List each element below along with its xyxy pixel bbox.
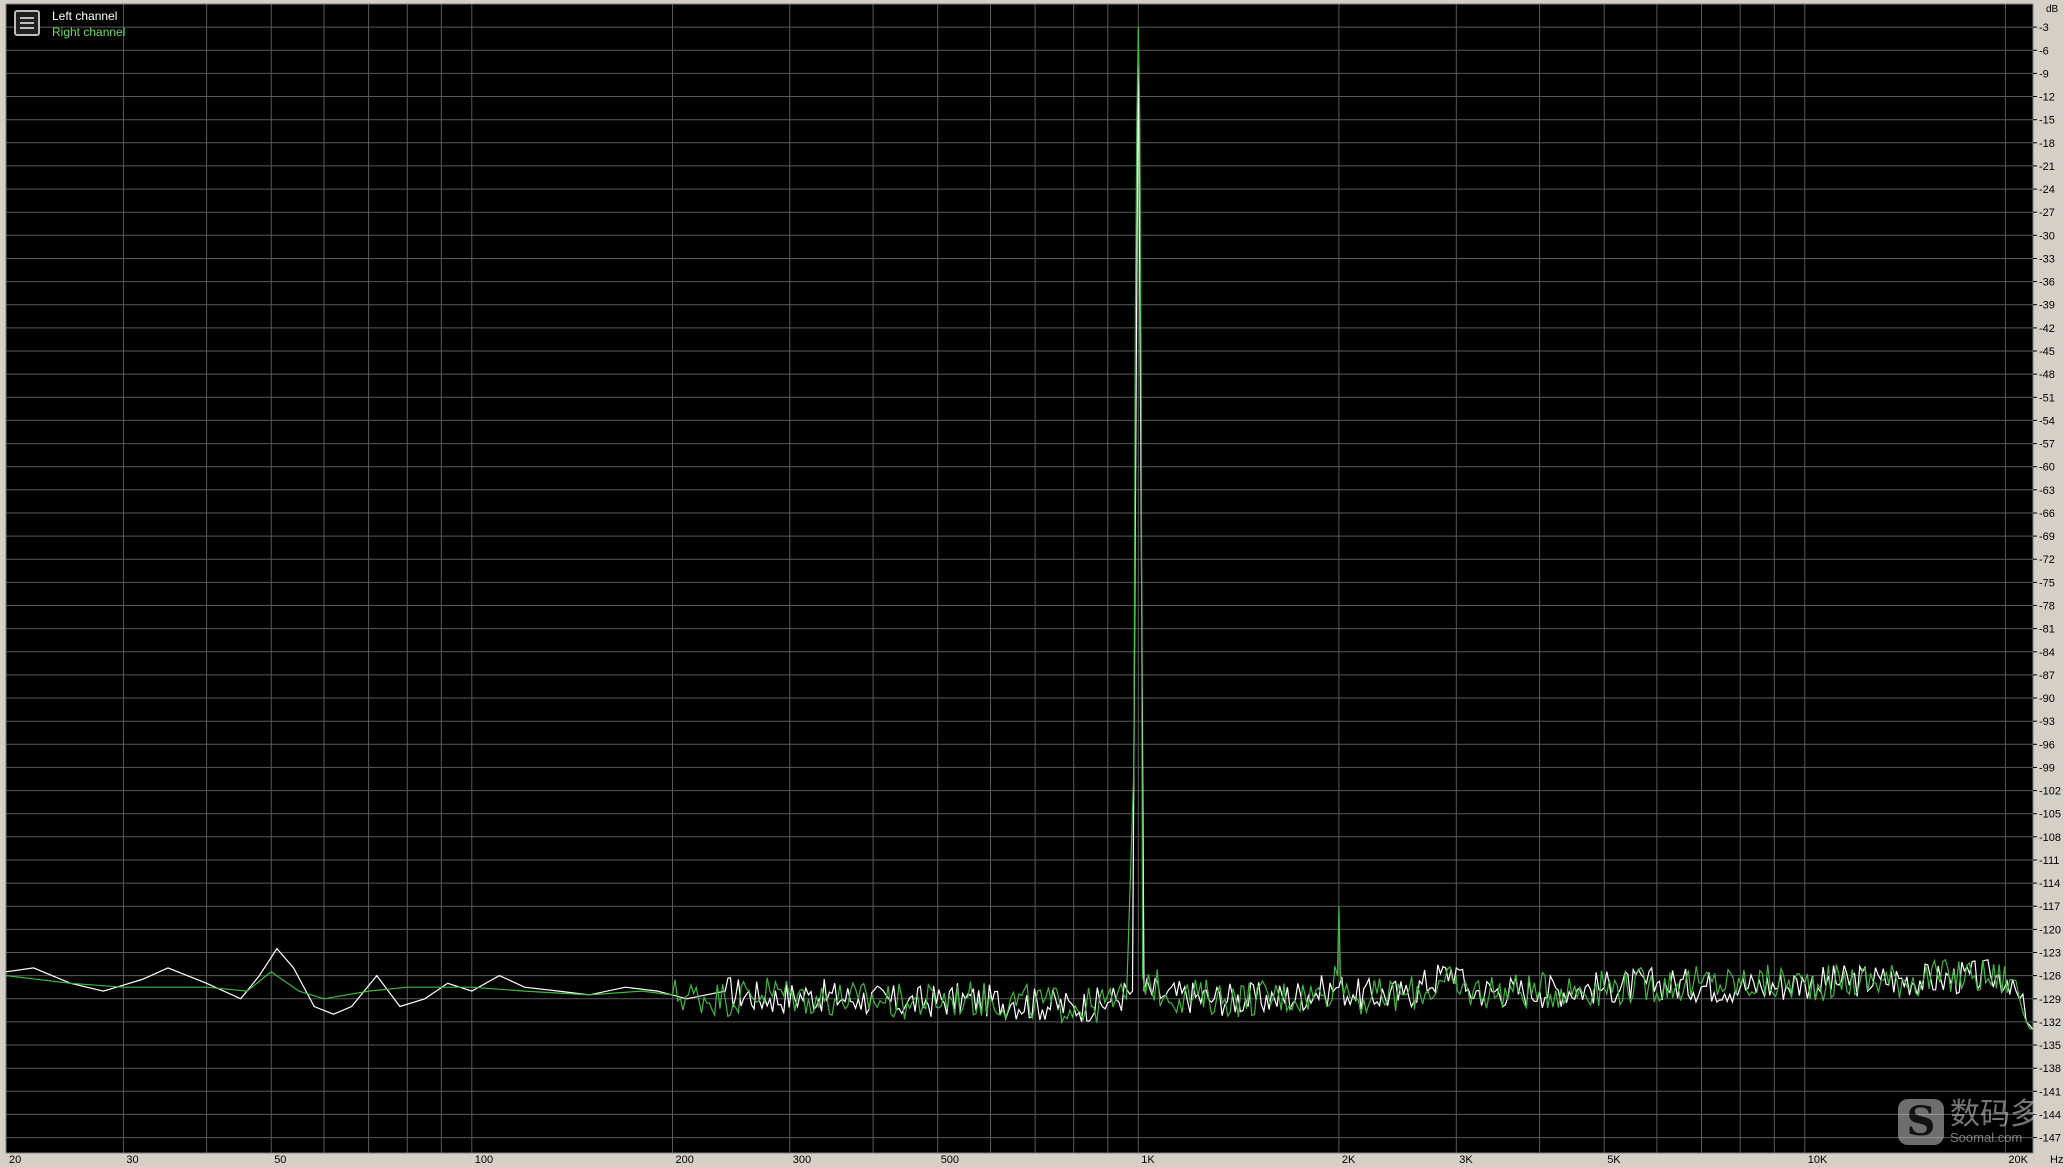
y-tick-label: -57 (2039, 439, 2055, 451)
legend: Left channel Right channel (14, 8, 125, 40)
y-tick-label: -132 (2039, 1017, 2061, 1029)
y-tick-label: -117 (2039, 901, 2060, 913)
y-tick-label: -141 (2039, 1086, 2061, 1098)
y-tick-label: -129 (2039, 994, 2061, 1006)
y-tick-label: -120 (2039, 924, 2061, 936)
x-tick-label: 100 (475, 1154, 493, 1166)
y-tick-label: -144 (2039, 1109, 2061, 1121)
y-tick-label: -21 (2039, 161, 2055, 173)
analyzer-window: 20 30 50 100 200 300 500 1K 2K 3K 5K 10K 20K Hz dB -3 -6… (0, 0, 2064, 1167)
y-tick-label: -81 (2039, 624, 2055, 636)
legend-left-channel[interactable]: Left channel (52, 8, 125, 24)
y-tick-label: -30 (2039, 230, 2055, 242)
spectrum-chart: 20 30 50 100 200 300 500 1K 2K 3K 5K 10K 20K Hz dB -3 -6… (5, 3, 2063, 1166)
y-tick-label: -114 (2039, 878, 2060, 890)
y-tick-label: -60 (2039, 462, 2055, 474)
soomal-logo-icon: S (1898, 1099, 1944, 1145)
watermark-cn: 数码多 (1950, 1097, 2040, 1132)
y-tick-label: -36 (2039, 277, 2055, 289)
watermark: S 数码多 Soomal.com (1898, 1099, 2040, 1145)
x-tick-label: 10K (1808, 1154, 1828, 1166)
y-tick-label: -108 (2039, 832, 2061, 844)
x-tick-label: 500 (941, 1154, 959, 1166)
y-tick-label: -105 (2039, 809, 2061, 821)
y-tick-label: -126 (2039, 971, 2061, 983)
y-tick-label: -15 (2039, 115, 2055, 127)
y-tick-label: -42 (2039, 323, 2055, 335)
y-tick-label: -33 (2039, 254, 2055, 266)
y-tick-label: -39 (2039, 300, 2055, 312)
y-tick-label: -63 (2039, 485, 2055, 497)
y-tick-label: -138 (2039, 1063, 2061, 1075)
y-tick-label: -66 (2039, 508, 2055, 520)
y-tick-label: -9 (2039, 68, 2049, 80)
y-tick-label: -18 (2039, 138, 2055, 150)
plot-area (6, 4, 2033, 1153)
y-tick-label: -69 (2039, 531, 2055, 543)
x-tick-label: 20K (2008, 1154, 2028, 1166)
x-tick-label: 30 (126, 1154, 138, 1166)
x-tick-label: 300 (793, 1154, 811, 1166)
y-tick-label: -111 (2039, 855, 2059, 867)
x-unit-label: Hz (2050, 1154, 2063, 1166)
y-tick-label: -48 (2039, 369, 2055, 381)
y-tick-label: -147 (2039, 1133, 2061, 1145)
x-tick-label: 1K (1141, 1154, 1155, 1166)
y-tick-label: -90 (2039, 693, 2055, 705)
x-tick-label: 200 (676, 1154, 694, 1166)
y-tick-label: -93 (2039, 716, 2055, 728)
watermark-en: Soomal.com (1950, 1130, 2023, 1145)
x-tick-label: 50 (274, 1154, 286, 1166)
y-tick-label: -75 (2039, 577, 2055, 589)
y-tick-label: -102 (2039, 786, 2061, 798)
y-tick-label: -6 (2039, 45, 2049, 57)
y-tick-label: -84 (2039, 647, 2055, 659)
y-tick-label: -87 (2039, 670, 2055, 682)
y-tick-label: -96 (2039, 739, 2055, 751)
x-tick-label: 20 (9, 1154, 21, 1166)
y-tick-label: -27 (2039, 207, 2055, 219)
chart-options-icon[interactable] (14, 10, 40, 36)
legend-right-channel[interactable]: Right channel (52, 24, 125, 40)
x-tick-label: 2K (1342, 1154, 1356, 1166)
y-tick-label: -3 (2039, 22, 2049, 34)
y-unit-label: dB (2046, 4, 2059, 15)
y-tick-label: -99 (2039, 762, 2055, 774)
x-tick-label: 5K (1607, 1154, 1621, 1166)
y-tick-label: -54 (2039, 415, 2055, 427)
x-tick-label: 3K (1459, 1154, 1473, 1166)
y-tick-label: -123 (2039, 948, 2061, 960)
y-tick-label: -78 (2039, 601, 2055, 613)
y-tick-label: -51 (2039, 392, 2055, 404)
y-tick-label: -45 (2039, 346, 2055, 358)
y-tick-label: -12 (2039, 92, 2055, 104)
y-tick-label: -24 (2039, 184, 2055, 196)
y-tick-label: -72 (2039, 554, 2055, 566)
y-tick-label: -135 (2039, 1040, 2061, 1052)
